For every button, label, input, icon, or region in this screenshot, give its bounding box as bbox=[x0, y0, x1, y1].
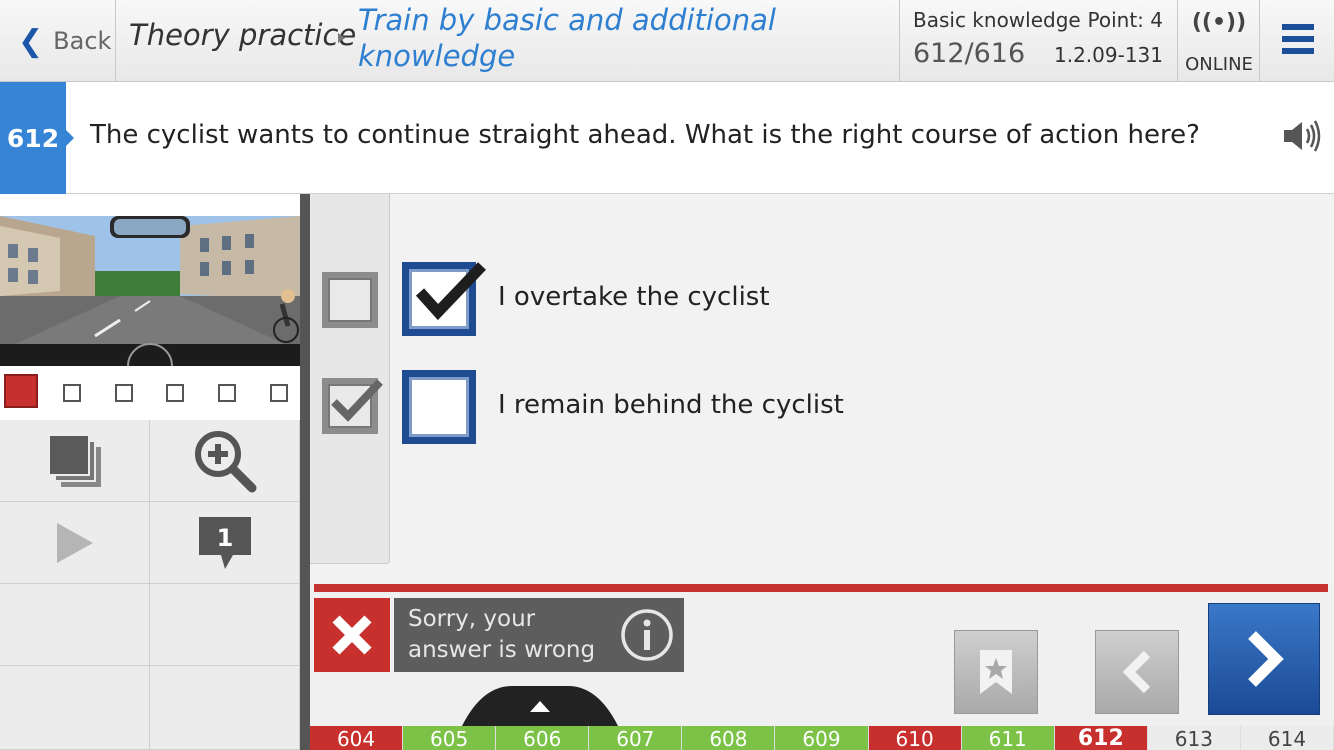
thumbnail-checkbox[interactable] bbox=[115, 384, 133, 402]
comment-icon: 1 bbox=[198, 516, 251, 569]
comment-count: 1 bbox=[216, 524, 233, 552]
strip-cell[interactable]: 610 bbox=[868, 726, 962, 750]
online-label: ONLINE bbox=[1185, 54, 1253, 75]
play-button[interactable] bbox=[0, 502, 150, 584]
thumbnail-active[interactable] bbox=[4, 374, 38, 408]
panel-divider bbox=[300, 194, 310, 750]
progress-counter: 612/616 bbox=[913, 38, 1026, 69]
bookmark-icon bbox=[980, 650, 1012, 694]
breadcrumb-arrow-icon bbox=[338, 33, 345, 43]
breadcrumb: Theory practice Train by basic and addit… bbox=[116, 0, 900, 82]
menu-button[interactable] bbox=[1260, 0, 1334, 82]
wrong-indicator bbox=[314, 598, 390, 672]
back-button[interactable]: ❮ Back bbox=[0, 0, 116, 82]
empty-tool-slot bbox=[0, 666, 150, 750]
layers-icon bbox=[47, 433, 101, 487]
zoom-in-button[interactable] bbox=[150, 420, 300, 502]
question-strip: 604 605 606 607 608 609 610 611 612 613 … bbox=[310, 726, 1334, 750]
view-thumbnails bbox=[0, 372, 300, 408]
zoom-in-icon bbox=[194, 430, 256, 492]
info-icon[interactable] bbox=[620, 608, 674, 662]
thumbnail-checkbox[interactable] bbox=[270, 384, 288, 402]
strip-cell[interactable]: 611 bbox=[961, 726, 1055, 750]
close-icon bbox=[332, 615, 372, 655]
bookmark-button[interactable] bbox=[954, 630, 1038, 714]
stats-panel: Basic knowledge Point: 4 612/616 1.2.09-… bbox=[900, 0, 1178, 82]
question-text: The cyclist wants to continue straight a… bbox=[90, 120, 1200, 150]
breadcrumb-mode: Train by basic and additional knowledge bbox=[358, 3, 776, 73]
back-chevron-icon: ❮ bbox=[18, 23, 44, 59]
expand-handle[interactable] bbox=[462, 686, 618, 726]
breadcrumb-section[interactable]: Theory practice bbox=[129, 18, 356, 52]
thumbnail-checkbox[interactable] bbox=[63, 384, 81, 402]
empty-tool-slot bbox=[0, 584, 150, 666]
answer-text-2[interactable]: I remain behind the cyclist bbox=[498, 390, 844, 420]
answer-text-1[interactable]: I overtake the cyclist bbox=[498, 282, 770, 312]
strip-cell[interactable]: 609 bbox=[775, 726, 869, 750]
strip-cell[interactable]: 606 bbox=[496, 726, 590, 750]
previous-button[interactable] bbox=[1095, 630, 1179, 714]
result-message-box: Sorry, your answer is wrong bbox=[394, 598, 684, 672]
strip-cell[interactable]: 614 bbox=[1240, 726, 1334, 750]
question-number: 612 bbox=[0, 82, 74, 194]
strip-cell[interactable]: 608 bbox=[682, 726, 776, 750]
answer-area: I overtake the cyclist I remain behind t… bbox=[310, 194, 1334, 584]
question-bar: 612 The cyclist wants to continue straig… bbox=[0, 82, 1334, 194]
chevron-right-icon bbox=[1248, 631, 1284, 687]
question-code: 1.2.09-131 bbox=[1053, 43, 1163, 67]
online-status[interactable]: ((•)) ONLINE bbox=[1178, 0, 1260, 82]
strip-cell[interactable]: 613 bbox=[1147, 726, 1241, 750]
points-label: Point: 4 bbox=[1087, 8, 1163, 32]
strip-cell[interactable]: 604 bbox=[310, 726, 404, 750]
media-preview bbox=[0, 194, 302, 420]
solution-checkmark-icon bbox=[331, 379, 383, 422]
signal-icon: ((•)) bbox=[1191, 10, 1247, 35]
thumbnail-checkbox[interactable] bbox=[166, 384, 184, 402]
result-divider bbox=[314, 584, 1328, 592]
header-bar: ❮ Back Theory practice Train by basic an… bbox=[0, 0, 1334, 82]
street-scene-image[interactable] bbox=[0, 216, 300, 366]
chevron-left-icon bbox=[1122, 650, 1151, 694]
strip-cell[interactable]: 607 bbox=[589, 726, 683, 750]
back-label: Back bbox=[53, 27, 112, 55]
empty-tool-slot bbox=[150, 584, 300, 666]
media-panel: 1 bbox=[0, 194, 302, 750]
empty-tool-slot bbox=[150, 666, 300, 750]
layers-button[interactable] bbox=[0, 420, 150, 502]
menu-icon bbox=[1282, 24, 1314, 60]
thumbnail-checkbox[interactable] bbox=[218, 384, 236, 402]
answer-checkbox-2[interactable] bbox=[402, 370, 476, 444]
tool-grid: 1 bbox=[0, 420, 300, 750]
checkmark-icon bbox=[415, 262, 486, 320]
play-icon bbox=[56, 522, 93, 563]
solution-checkbox-1 bbox=[322, 272, 378, 328]
comments-button[interactable]: 1 bbox=[150, 502, 300, 584]
category-label: Basic knowledge bbox=[913, 8, 1081, 32]
speaker-icon[interactable] bbox=[1282, 118, 1322, 154]
next-button[interactable] bbox=[1208, 603, 1320, 715]
strip-cell[interactable]: 605 bbox=[403, 726, 497, 750]
result-message: Sorry, your answer is wrong bbox=[408, 606, 596, 663]
strip-cell-current[interactable]: 612 bbox=[1054, 726, 1148, 750]
